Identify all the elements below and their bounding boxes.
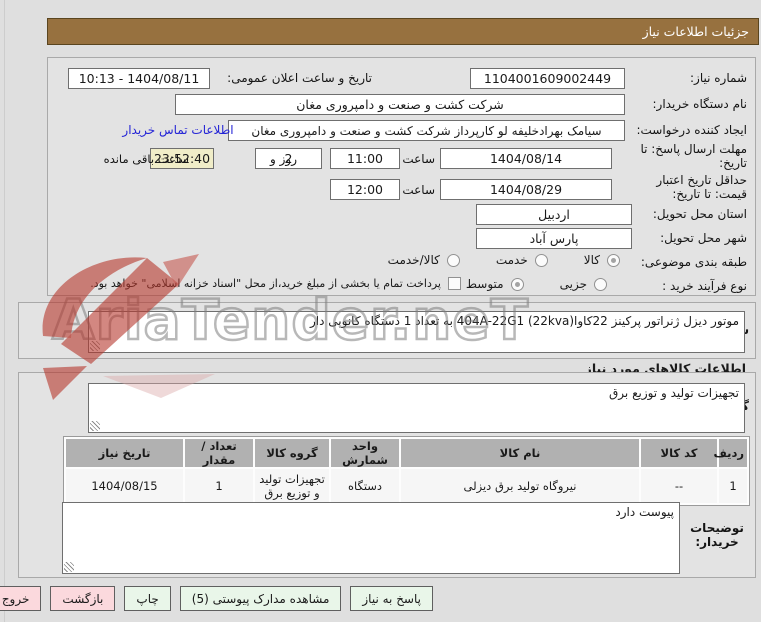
purchase-process-label: نوع فرآیند خرید : (662, 279, 747, 293)
cell-group: تجهیزات تولید و توزیع برق (255, 469, 329, 503)
general-description-panel: شرح کلي نیاز: موتور دیزل ژنراتور پرکینز … (18, 302, 756, 359)
cell-item-name: نیروگاه تولید برق دیزلی (401, 469, 639, 503)
buyer-comments-text: پیوست دارد (615, 505, 674, 519)
table-header-row: ردیف کد کالا نام کالا واحد شمارش گروه کا… (66, 439, 747, 467)
radio-medium[interactable] (510, 277, 524, 291)
radio-medium-label: متوسط (465, 277, 504, 291)
radio-goods-label: کالا (583, 253, 600, 267)
page-title: جزئیات اطلاعات نیاز (642, 24, 749, 39)
goods-group-text: تجهیزات تولید و توزیع برق (609, 386, 739, 400)
radio-partial[interactable] (594, 277, 607, 291)
col-item-code: کد کالا (641, 439, 717, 467)
col-row-number: ردیف (713, 439, 747, 467)
radio-goods-service[interactable] (446, 253, 460, 267)
request-creator-field[interactable]: سیامک بهرادخلیفه لو کارپرداز شرکت کشت و … (228, 120, 625, 141)
cell-unit: دستگاه (331, 469, 399, 503)
reply-deadline-date-field[interactable]: 1404/08/14 (440, 148, 612, 169)
treasury-checkbox[interactable] (448, 277, 461, 290)
goods-table: ردیف کد کالا نام کالا واحد شمارش گروه کا… (63, 436, 750, 506)
resize-grip-icon[interactable] (90, 421, 100, 431)
col-unit: واحد شمارش (331, 439, 399, 467)
validity-hour-label: ساعت (402, 183, 435, 197)
radio-service[interactable] (534, 253, 548, 267)
buyer-contact-link[interactable]: اطلاعات تماس خریدار (90, 123, 266, 137)
cell-item-code: -- (641, 469, 717, 503)
radio-service-label: خدمت (495, 253, 528, 267)
need-number-field[interactable]: 1104001609002449 (470, 68, 625, 89)
request-creator-label: ایجاد کننده درخواست: (636, 123, 747, 137)
resize-grip-icon[interactable] (64, 562, 74, 572)
col-need-date: تاریخ نیاز (66, 439, 183, 467)
col-group: گروه کالا (255, 439, 329, 467)
col-item-name: نام کالا (401, 439, 639, 467)
print-button[interactable]: چاپ (124, 586, 171, 611)
announce-datetime-field[interactable]: 1404/08/11 - 10:13 (68, 68, 210, 89)
goods-group-textarea[interactable]: تجهیزات تولید و توزیع برق (88, 383, 745, 433)
back-button[interactable]: بازگشت (50, 586, 116, 611)
delivery-province-field[interactable]: اردبیل (476, 204, 632, 225)
buyer-org-field[interactable]: شرکت کشت و صنعت و دامپروری مغان (175, 94, 625, 115)
resize-grip-icon[interactable] (90, 341, 100, 351)
radio-goods[interactable] (607, 253, 620, 267)
page-title-bar: جزئیات اطلاعات نیاز (47, 18, 759, 45)
price-validity-date-field[interactable]: 1404/08/29 (440, 179, 612, 200)
announce-datetime-label: تاریخ و ساعت اعلان عمومی: (227, 71, 372, 85)
footer-button-row: پاسخ به نیاز مشاهده مدارک پیوستی (5) چاپ… (0, 586, 433, 611)
exit-button[interactable]: خروج (0, 586, 42, 611)
goods-info-panel: گروه کالا: تجهیزات تولید و توزیع برق ردی… (18, 372, 756, 578)
buyer-comments-label: توضیحات خریدار: (690, 521, 744, 549)
page: جزئیات اطلاعات نیاز شماره نیاز: 11040016… (0, 0, 761, 622)
general-description-textarea[interactable]: موتور دیزل ژنراتور پرکینز 22کاوا(22kva) … (88, 311, 745, 353)
table-row: 1 -- نیروگاه تولید برق دیزلی دستگاه تجهی… (66, 469, 747, 503)
buyer-org-label: نام دستگاه خریدار: (652, 97, 748, 111)
buyer-comments-textarea[interactable]: پیوست دارد (62, 502, 680, 574)
cell-need-date: 1404/08/15 (66, 469, 183, 503)
cell-quantity: 1 (185, 469, 253, 503)
remaining-days-label: روز و (270, 152, 297, 166)
view-attachments-button[interactable]: مشاهده مدارک پیوستی (5) (179, 586, 342, 611)
general-description-text: موتور دیزل ژنراتور پرکینز 22کاوا(22kva) … (310, 314, 739, 328)
remaining-suffix-label: ساعت باقی مانده (103, 152, 189, 166)
reply-to-need-button[interactable]: پاسخ به نیاز (350, 586, 433, 611)
treasury-checkbox-label: پرداخت تمام یا بخشی از مبلغ خرید،از محل … (90, 277, 441, 290)
price-validity-label: حداقل تاریخ اعتبار قیمت: تا تاریخ: (656, 173, 747, 201)
radio-goods-service-label: کالا/خدمت (387, 253, 440, 267)
delivery-province-label: استان محل تحویل: (652, 207, 747, 221)
reply-deadline-label: مهلت ارسال پاسخ: تا تاریخ: (640, 142, 747, 170)
cell-row-number: 1 (719, 469, 747, 503)
reply-deadline-time-field[interactable]: 11:00 (330, 148, 400, 169)
page-edge-divider (4, 0, 5, 622)
delivery-city-label: شهر محل تحویل: (660, 231, 747, 245)
price-validity-time-field[interactable]: 12:00 (330, 179, 400, 200)
delivery-city-field[interactable]: پارس آباد (476, 228, 632, 249)
subject-classification-label: طبقه بندی موضوعی: (640, 255, 747, 269)
col-quantity: تعداد / مقدار (185, 439, 253, 467)
radio-partial-label: جزیی (559, 277, 587, 291)
need-number-label: شماره نیاز: (690, 71, 747, 85)
deadline-hour-label: ساعت (402, 152, 435, 166)
need-info-panel: شماره نیاز: 1104001609002449 تاریخ و ساع… (47, 57, 756, 296)
